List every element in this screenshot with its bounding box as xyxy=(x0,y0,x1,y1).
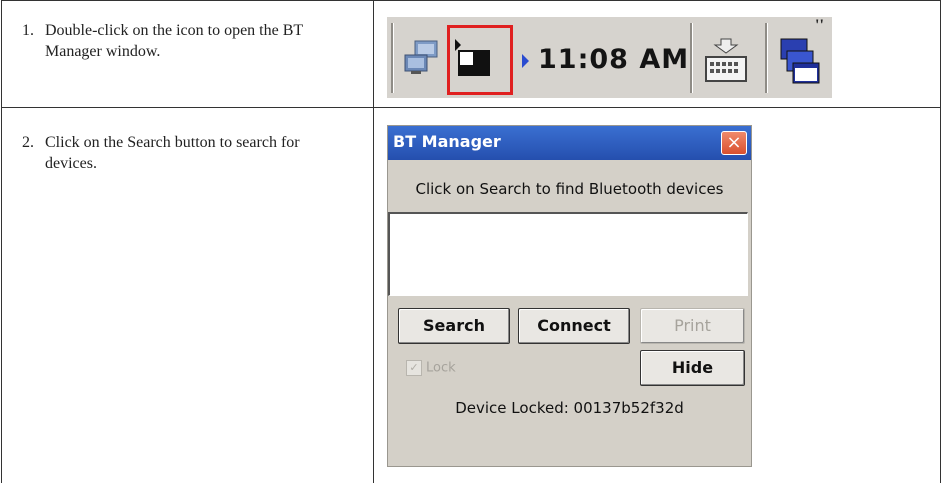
step-text: Click on the Search button to search for… xyxy=(45,134,300,172)
dots-indicator: '' xyxy=(815,17,824,34)
bt-manager-dialog: BT Manager × Click on Search to find Blu… xyxy=(387,125,752,467)
separator xyxy=(690,23,693,93)
step-number: 1. xyxy=(22,22,34,39)
arrow-icon[interactable] xyxy=(521,53,531,69)
close-button[interactable]: × xyxy=(721,131,747,155)
connect-button[interactable]: Connect xyxy=(518,308,630,344)
device-list[interactable] xyxy=(388,212,748,296)
window-switcher-icon[interactable] xyxy=(777,35,825,91)
step-number: 2. xyxy=(22,134,34,151)
separator xyxy=(391,23,394,93)
step-text: Double-click on the icon to open the BT … xyxy=(45,22,303,60)
lock-label: Lock xyxy=(426,360,456,376)
bluetooth-manager-icon[interactable] xyxy=(453,37,501,81)
taskbar: 11:08 AM '' xyxy=(387,17,832,98)
lock-checkbox[interactable]: ✓ Lock xyxy=(406,360,456,376)
hide-button[interactable]: Hide xyxy=(640,350,745,386)
separator xyxy=(765,23,768,93)
print-button[interactable]: Print xyxy=(640,308,745,344)
keyboard-icon[interactable] xyxy=(703,35,749,85)
dialog-title: BT Manager xyxy=(393,132,501,151)
title-bar[interactable]: BT Manager × xyxy=(388,126,751,160)
network-icon[interactable] xyxy=(403,39,441,75)
device-locked-status: Device Locked: 00137b52f32d xyxy=(455,399,684,417)
search-button[interactable]: Search xyxy=(398,308,510,344)
clock[interactable]: 11:08 AM xyxy=(538,44,689,75)
instruction-text: Click on Search to find Bluetooth device… xyxy=(415,180,724,198)
checkbox-check-icon: ✓ xyxy=(406,360,422,376)
